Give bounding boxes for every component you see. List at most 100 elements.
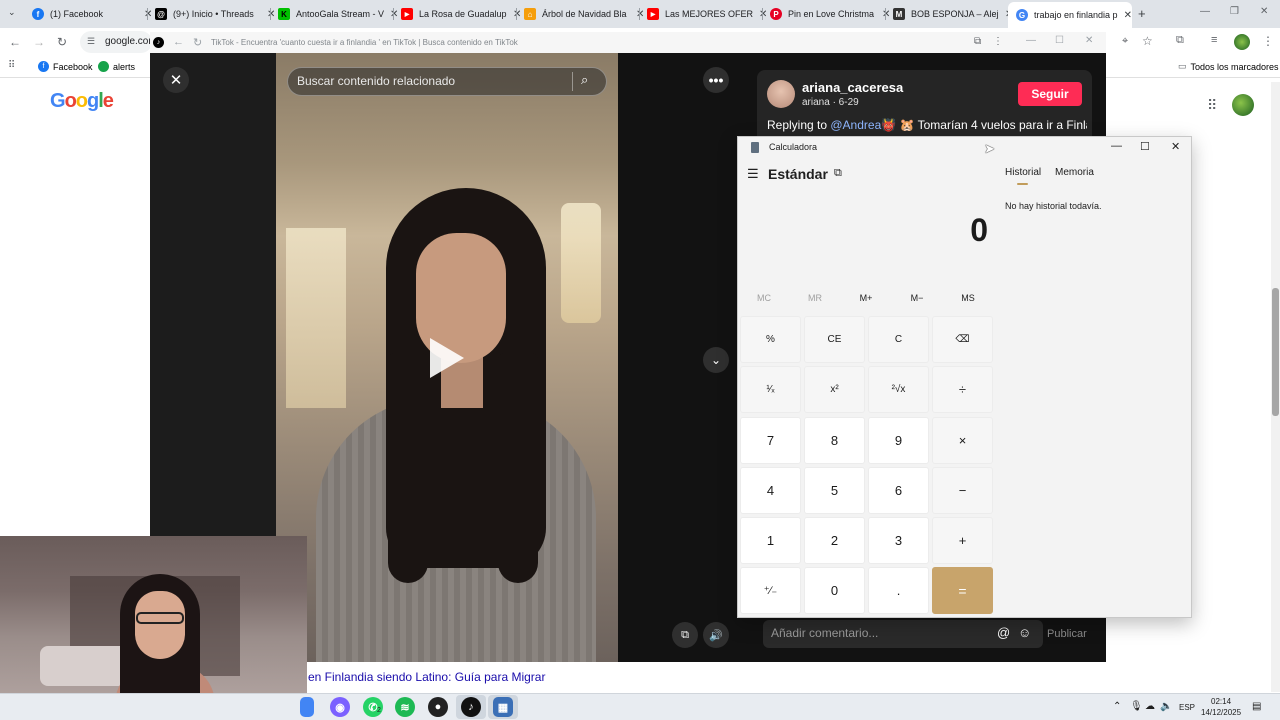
tab-threads[interactable]: @ (9+) Inicio • Threads ✕ (155, 3, 275, 25)
percent-button[interactable]: % (740, 316, 801, 363)
digit-9-button[interactable]: 9 (868, 417, 929, 464)
close-icon[interactable]: ✕ (513, 9, 521, 20)
tiktok-taskbar-icon[interactable]: ♪ (461, 697, 481, 717)
publish-button[interactable]: Publicar (1047, 628, 1087, 640)
messenger-taskbar-icon[interactable]: ◉ (330, 697, 350, 717)
tab-arbol-navidad[interactable]: ⌂ Árbol de Navidad Bla ✕ (524, 3, 644, 25)
decimal-button[interactable]: . (868, 567, 929, 614)
avatar[interactable] (767, 80, 795, 108)
google-account-avatar[interactable] (1232, 94, 1254, 116)
close-window-icon[interactable]: ✕ (1085, 35, 1093, 46)
clear-entry-button[interactable]: CE (804, 316, 865, 363)
tab-youtube-rosa[interactable]: ▶ La Rosa de Guadalup ✕ (401, 3, 521, 25)
close-icon[interactable]: ✕ (882, 9, 890, 20)
tab-kick-stream[interactable]: K AntooGala Stream - V ✕ (278, 3, 398, 25)
tab-youtube-ofertas[interactable]: ▶ Las MEJORES OFERT ✕ (647, 3, 767, 25)
tab-memory[interactable]: Memoria (1055, 167, 1094, 178)
obs-taskbar-icon[interactable]: ● (428, 697, 448, 717)
tab-history[interactable]: Historial (1005, 167, 1041, 178)
bookmark-facebook[interactable]: f Facebook (38, 61, 93, 72)
subtract-button[interactable]: − (932, 467, 993, 514)
site-info-icon[interactable]: ☰ (87, 36, 95, 47)
memory-recall-button[interactable]: MR (795, 293, 835, 303)
close-icon[interactable]: ✕ (390, 9, 398, 20)
multiply-button[interactable]: × (932, 417, 993, 464)
forward-arrow-icon[interactable]: → (33, 35, 45, 49)
menu-icon[interactable]: ⋮ (993, 36, 1003, 47)
microphone-icon[interactable]: 🎙 (1130, 701, 1143, 712)
close-icon[interactable]: ✕ (1171, 140, 1180, 153)
hamburger-menu-icon[interactable]: ☰ (747, 166, 759, 182)
close-icon[interactable]: ✕ (636, 9, 644, 20)
digit-4-button[interactable]: 4 (740, 467, 801, 514)
close-icon[interactable]: ✕ (163, 67, 189, 93)
chevron-down-icon[interactable]: ⌄ (703, 347, 729, 373)
clock[interactable]: 02:14 14/12/2025 (1201, 696, 1241, 718)
play-icon[interactable] (430, 338, 464, 378)
close-window-icon[interactable]: ✕ (1260, 6, 1268, 17)
profile-avatar[interactable] (1234, 34, 1250, 50)
spotify-taskbar-icon[interactable]: ≋ (395, 697, 415, 717)
memory-store-button[interactable]: MS (948, 293, 988, 303)
chrome-taskbar-icon[interactable] (300, 697, 314, 717)
close-icon[interactable]: ✕ (1124, 10, 1132, 21)
more-options-icon[interactable]: ••• (703, 67, 729, 93)
minimize-icon[interactable]: — (1026, 35, 1036, 46)
digit-2-button[interactable]: 2 (804, 517, 865, 564)
browser-menu-icon[interactable]: ⋮ (1262, 34, 1274, 48)
comment-placeholder[interactable]: Añadir comentario... (771, 626, 878, 640)
square-button[interactable]: x² (804, 366, 865, 413)
tab-bob-esponja[interactable]: M BOB ESPONJA – Alej ✕ (893, 3, 1013, 25)
extensions-icon[interactable]: ⧉ (1176, 34, 1184, 47)
caption-mention-link[interactable]: @Andrea (830, 118, 881, 132)
bookmark-all-folder[interactable]: ▭ Todos los marcadores (1178, 61, 1279, 72)
mention-at-icon[interactable]: @ (997, 625, 1010, 640)
maximize-icon[interactable]: ☐ (1055, 35, 1064, 46)
reload-icon[interactable]: ↻ (193, 36, 202, 49)
address-text[interactable]: google.com (105, 36, 157, 47)
search-result-link[interactable]: en Finlandia siendo Latino: Guía para Mi… (308, 670, 545, 684)
close-icon[interactable]: ✕ (144, 9, 152, 20)
reading-list-icon[interactable]: ≡ (1211, 34, 1217, 46)
language-indicator[interactable]: ESP (1179, 703, 1195, 712)
back-arrow-icon[interactable]: ← (9, 35, 21, 49)
memory-add-button[interactable]: M+ (846, 293, 886, 303)
google-logo[interactable]: Google (50, 90, 114, 113)
digit-7-button[interactable]: 7 (740, 417, 801, 464)
calculator-taskbar-icon[interactable]: ▦ (493, 697, 513, 717)
maximize-icon[interactable]: ☐ (1140, 140, 1150, 153)
apps-grid-icon[interactable]: ⠿ (8, 60, 15, 71)
location-pin-icon[interactable]: ⌖ (1122, 35, 1128, 48)
digit-8-button[interactable]: 8 (804, 417, 865, 464)
square-root-button[interactable]: ²√x (868, 366, 929, 413)
bookmark-star-icon[interactable]: ☆ (1142, 34, 1153, 48)
divide-button[interactable]: ÷ (932, 366, 993, 413)
minimize-icon[interactable]: — (1200, 6, 1210, 17)
negate-button[interactable]: ⁺∕₋ (740, 567, 801, 614)
tab-facebook[interactable]: f (1) Facebook ✕ (32, 3, 152, 25)
close-icon[interactable]: ✕ (267, 9, 275, 20)
add-button[interactable]: + (932, 517, 993, 564)
memory-clear-button[interactable]: MC (744, 293, 784, 303)
keep-on-top-icon[interactable]: ⧉ (834, 167, 842, 180)
clear-button[interactable]: C (868, 316, 929, 363)
emoji-icon[interactable]: ☺ (1018, 625, 1031, 640)
tab-google-search-active[interactable]: G trabajo en finlandia p ✕ (1008, 2, 1132, 28)
memory-subtract-button[interactable]: M− (897, 293, 937, 303)
tab-search-chevron-icon[interactable]: ⌄ (8, 7, 16, 18)
search-icon[interactable]: ⌕ (581, 72, 588, 88)
digit-6-button[interactable]: 6 (868, 467, 929, 514)
picture-in-picture-icon[interactable]: ⧉ (672, 622, 698, 648)
reciprocal-button[interactable]: ¹⁄ₓ (740, 366, 801, 413)
bookmark-alerts[interactable]: alerts (98, 61, 135, 72)
show-hidden-icons-chevron[interactable]: ⌃ (1113, 701, 1121, 712)
minimize-icon[interactable]: — (1111, 140, 1122, 152)
close-icon[interactable]: ✕ (759, 9, 767, 20)
backspace-icon[interactable]: ⌫ (932, 316, 993, 363)
extensions-icon[interactable]: ⧉ (974, 36, 981, 47)
digit-5-button[interactable]: 5 (804, 467, 865, 514)
follow-button[interactable]: Seguir (1018, 82, 1082, 106)
notifications-icon[interactable]: ▤ (1252, 701, 1261, 712)
google-apps-icon[interactable]: ⠿ (1207, 97, 1217, 114)
restore-icon[interactable]: ❐ (1230, 6, 1239, 17)
